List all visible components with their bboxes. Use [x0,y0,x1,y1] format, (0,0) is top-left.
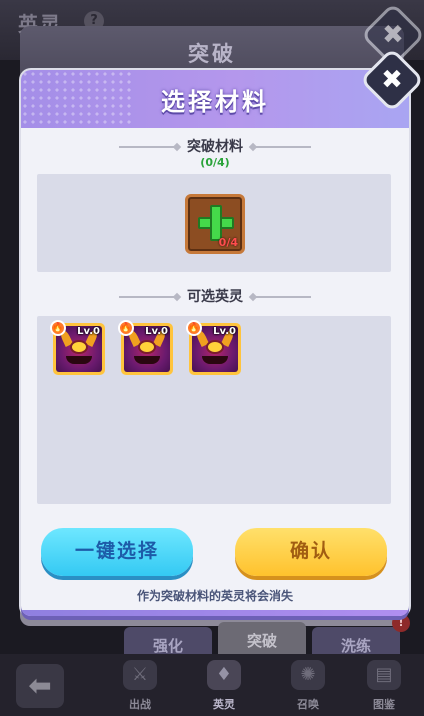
dialog-title: 选择材料 [161,88,269,116]
material-section-heading: 突破材料 [21,136,409,156]
fire-element-icon: 🔥 [50,320,66,336]
close-icon: ✖ [382,20,404,50]
hero-card[interactable]: Lv.0 🔥 [186,320,241,375]
fire-element-icon: 🔥 [186,320,202,336]
hero-level: Lv.0 [213,326,236,337]
back-button[interactable]: ⬅ [16,664,64,708]
hero-icon: ♦ [207,660,241,690]
nav-item-codex[interactable]: ▤ 图鉴 [352,658,416,716]
dialog-header: 选择材料 [21,70,409,128]
material-progress: (0/4) [200,156,230,169]
summon-icon: ✺ [291,660,325,690]
divider-line [253,146,311,148]
divider-line [253,296,311,298]
dialog-footer-bar [21,610,409,616]
crossed-swords-icon: ⚔ [123,660,157,690]
confirm-button[interactable]: 确认 [235,528,387,576]
nav-item-battle[interactable]: ⚔ 出战 [108,658,172,716]
material-section-title: 突破材料 [187,139,243,155]
warning-text: 作为突破材料的英灵将会消失 [136,589,293,603]
nav-label: 出战 [129,698,151,711]
add-material-slot[interactable]: 0/4 [185,194,245,254]
nav-item-heroes[interactable]: ♦ 英灵 [192,658,256,716]
slot-count: 0/4 [218,236,238,249]
close-icon: ✖ [381,65,403,95]
heroes-section-title: 可选英灵 [187,289,243,305]
notification-badge: ! [392,614,410,632]
one-click-select-button[interactable]: 一键选择 [41,528,193,576]
nav-item-summon[interactable]: ✺ 召唤 [276,658,340,716]
hero-level: Lv.0 [77,326,100,337]
nav-label: 召唤 [297,698,319,711]
hero-card[interactable]: Lv.0 🔥 [118,320,173,375]
fire-element-icon: 🔥 [118,320,134,336]
nav-label: 英灵 [213,698,235,711]
select-material-dialog: 选择材料 突破材料 (0/4) 0/4 可选英灵 Lv.0 🔥 Lv.0 🔥 L… [21,70,409,616]
hero-card[interactable]: Lv.0 🔥 [50,320,105,375]
divider-line [119,296,177,298]
hero-level: Lv.0 [145,326,168,337]
nav-label: 图鉴 [373,698,395,711]
divider-line [119,146,177,148]
back-arrow-icon: ⬅ [28,669,52,702]
breakthrough-panel-title: 突破 [188,42,236,66]
heroes-section-heading: 可选英灵 [21,286,409,306]
book-icon: ▤ [367,660,401,690]
